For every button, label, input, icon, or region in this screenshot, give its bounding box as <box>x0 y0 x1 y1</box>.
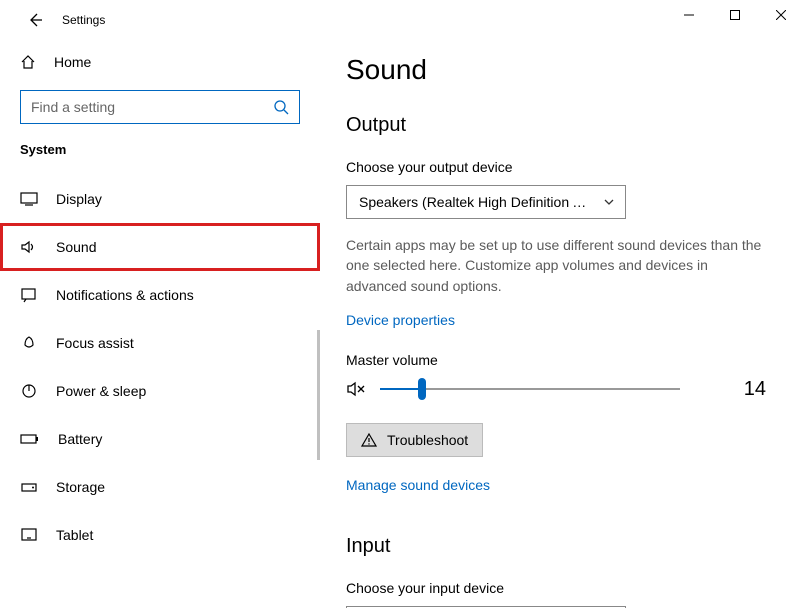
search-input[interactable] <box>31 99 273 115</box>
volume-value: 14 <box>744 378 774 401</box>
troubleshoot-label: Troubleshoot <box>387 432 468 448</box>
back-button[interactable] <box>20 5 50 35</box>
input-heading: Input <box>346 535 774 558</box>
master-volume-label: Master volume <box>346 352 774 368</box>
window-title: Settings <box>62 13 105 27</box>
sidebar-item-notifications[interactable]: Notifications & actions <box>0 271 320 319</box>
output-hint: Certain apps may be set up to use differ… <box>346 235 766 296</box>
volume-slider[interactable] <box>380 379 680 399</box>
sidebar-item-focus-assist[interactable]: Focus assist <box>0 319 320 367</box>
output-device-value: Speakers (Realtek High Definition A... <box>359 194 589 210</box>
content-area: Sound Output Choose your output device S… <box>320 40 804 608</box>
sidebar-item-battery[interactable]: Battery <box>0 415 320 463</box>
home-icon <box>20 54 36 70</box>
page-title: Sound <box>346 54 774 86</box>
sound-icon <box>20 239 38 255</box>
output-device-select[interactable]: Speakers (Realtek High Definition A... <box>346 185 626 219</box>
output-heading: Output <box>346 114 774 137</box>
troubleshoot-button[interactable]: Troubleshoot <box>346 423 483 457</box>
sidebar-item-label: Focus assist <box>56 335 134 351</box>
section-label: System <box>20 142 320 157</box>
input-device-label: Choose your input device <box>346 580 774 596</box>
storage-icon <box>20 479 38 495</box>
warning-icon <box>361 433 377 447</box>
tablet-icon <box>20 527 38 543</box>
sidebar-item-label: Storage <box>56 479 105 495</box>
volume-mute-icon[interactable] <box>346 380 366 398</box>
manage-sound-devices-link[interactable]: Manage sound devices <box>346 477 490 493</box>
home-button[interactable]: Home <box>0 40 320 84</box>
output-device-label: Choose your output device <box>346 159 774 175</box>
close-icon <box>776 10 786 20</box>
sidebar-item-storage[interactable]: Storage <box>0 463 320 511</box>
focus-assist-icon <box>20 335 38 351</box>
sidebar-item-label: Display <box>56 191 102 207</box>
content-scrollbar[interactable] <box>790 40 804 608</box>
search-input-wrap[interactable] <box>20 90 300 124</box>
sidebar-item-label: Tablet <box>56 527 93 543</box>
display-icon <box>20 191 38 207</box>
sidebar-item-display[interactable]: Display <box>0 175 320 223</box>
sidebar-item-label: Notifications & actions <box>56 287 194 303</box>
close-button[interactable] <box>758 0 804 30</box>
chevron-down-icon <box>603 196 615 208</box>
sidebar-item-power-sleep[interactable]: Power & sleep <box>0 367 320 415</box>
sidebar-item-label: Power & sleep <box>56 383 146 399</box>
slider-thumb[interactable] <box>418 378 426 400</box>
sidebar: Home System Display Sound Notifications … <box>0 40 320 608</box>
slider-fill <box>380 388 422 390</box>
maximize-button[interactable] <box>712 0 758 30</box>
sidebar-item-sound[interactable]: Sound <box>0 223 320 271</box>
maximize-icon <box>730 10 740 20</box>
battery-icon <box>20 431 40 447</box>
home-label: Home <box>54 54 91 70</box>
device-properties-link[interactable]: Device properties <box>346 312 455 328</box>
minimize-icon <box>684 10 694 20</box>
minimize-button[interactable] <box>666 0 712 30</box>
notifications-icon <box>20 287 38 303</box>
sidebar-item-label: Battery <box>58 431 102 447</box>
power-icon <box>20 383 38 399</box>
search-icon <box>273 99 289 115</box>
sidebar-item-label: Sound <box>56 239 96 255</box>
arrow-left-icon <box>27 12 43 28</box>
sidebar-item-tablet[interactable]: Tablet <box>0 511 320 559</box>
